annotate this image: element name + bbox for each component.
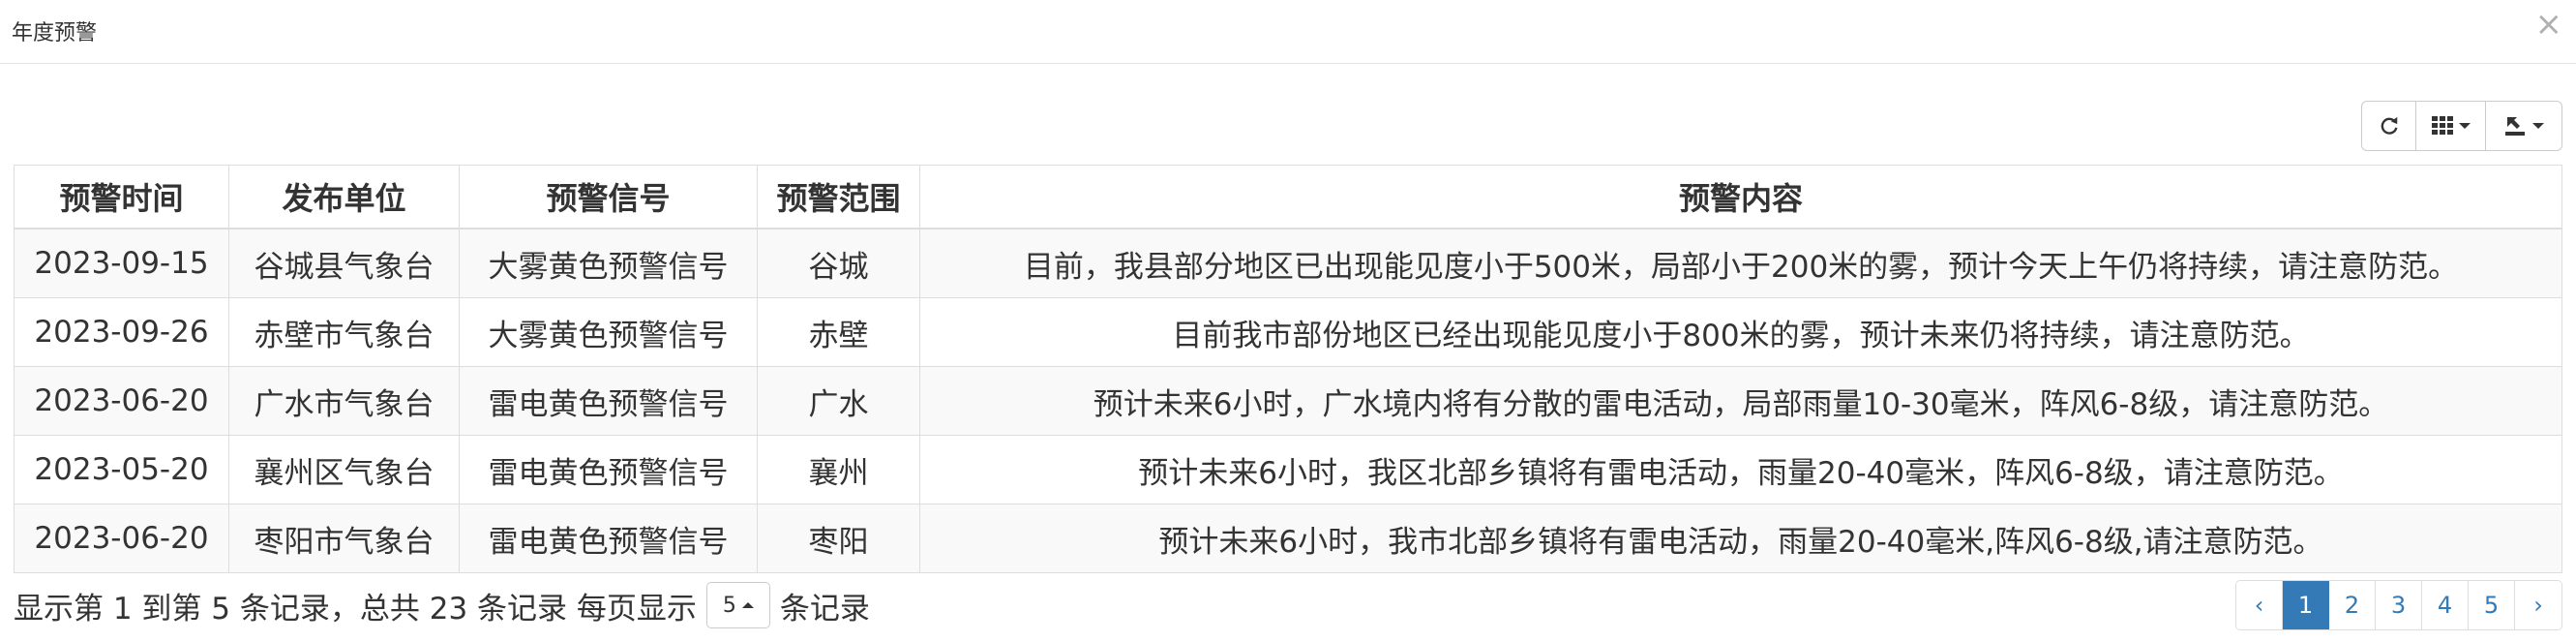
cell-signal: 大雾黄色预警信号: [459, 228, 758, 298]
page-size-dropdown[interactable]: 5: [705, 582, 770, 628]
grid-columns-icon: [2431, 116, 2453, 135]
refresh-button[interactable]: [2362, 102, 2416, 150]
table-row[interactable]: 2023-09-15 谷城县气象台 大雾黄色预警信号 谷城 目前，我县部分地区已…: [14, 228, 2562, 298]
table-header-row: 预警时间 发布单位 预警信号 预警范围 预警内容: [14, 165, 2562, 229]
cell-content: 目前，我县部分地区已出现能见度小于500米，局部小于200米的雾，预计今天上午仍…: [919, 228, 2562, 298]
cell-scope: 枣阳: [757, 504, 920, 573]
header-warning-content[interactable]: 预警内容: [919, 165, 2562, 229]
page-next-button[interactable]: ›: [2515, 581, 2561, 629]
cell-time: 2023-06-20: [14, 366, 229, 436]
header-warning-time[interactable]: 预警时间: [14, 165, 229, 229]
header-issuing-unit[interactable]: 发布单位: [228, 165, 460, 229]
close-button[interactable]: ×: [2535, 8, 2563, 41]
page-button-5[interactable]: 5: [2469, 581, 2515, 629]
modal-header: 年度预警 ×: [0, 0, 2576, 64]
chevron-down-icon: [2458, 123, 2471, 129]
cell-time: 2023-09-15: [14, 228, 229, 298]
cell-unit: 枣阳市气象台: [228, 504, 460, 573]
table-row[interactable]: 2023-09-26 赤壁市气象台 大雾黄色预警信号 赤壁 目前我市部份地区已经…: [14, 297, 2562, 367]
cell-signal: 雷电黄色预警信号: [459, 504, 758, 573]
cell-content: 目前我市部份地区已经出现能见度小于800米的雾，预计未来仍将持续，请注意防范。: [919, 297, 2562, 367]
cell-scope: 赤壁: [757, 297, 920, 367]
page-button-1[interactable]: 1: [2283, 581, 2329, 629]
cell-content: 预计未来6小时，我市北部乡镇将有雷电活动，雨量20-40毫米,阵风6-8级,请注…: [919, 504, 2562, 573]
cell-unit: 广水市气象台: [228, 366, 460, 436]
cell-time: 2023-05-20: [14, 435, 229, 504]
columns-toggle-button[interactable]: [2416, 102, 2486, 150]
refresh-icon: [2381, 116, 2397, 135]
pagination: ‹ 1 2 3 4 5 ›: [2235, 580, 2562, 630]
page-button-4[interactable]: 4: [2422, 581, 2469, 629]
cell-signal: 大雾黄色预警信号: [459, 297, 758, 367]
pagination-info-prefix: 显示第 1 到第 5 条记录，总共 23 条记录 每页显示: [14, 591, 697, 627]
cell-content: 预计未来6小时，广水境内将有分散的雷电活动，局部雨量10-30毫米，阵风6-8级…: [919, 366, 2562, 436]
cell-signal: 雷电黄色预警信号: [459, 435, 758, 504]
page-size-value: 5: [722, 593, 736, 618]
modal-title: 年度预警: [12, 21, 98, 46]
page-button-2[interactable]: 2: [2329, 581, 2376, 629]
cell-unit: 襄州区气象台: [228, 435, 460, 504]
chevron-up-icon: [741, 602, 754, 608]
cell-unit: 谷城县气象台: [228, 228, 460, 298]
table-row[interactable]: 2023-06-20 广水市气象台 雷电黄色预警信号 广水 预计未来6小时，广水…: [14, 366, 2562, 436]
cell-time: 2023-06-20: [14, 504, 229, 573]
header-warning-signal[interactable]: 预警信号: [459, 165, 758, 229]
cell-scope: 广水: [757, 366, 920, 436]
warnings-table: 预警时间 发布单位 预警信号 预警范围 预警内容 2023-09-15 谷城县气…: [14, 165, 2562, 573]
page-button-3[interactable]: 3: [2376, 581, 2422, 629]
cell-signal: 雷电黄色预警信号: [459, 366, 758, 436]
export-icon: [2505, 117, 2525, 136]
header-warning-scope[interactable]: 预警范围: [757, 165, 920, 229]
chevron-down-icon: [2532, 123, 2544, 129]
cell-content: 预计未来6小时，我区北部乡镇将有雷电活动，雨量20-40毫米，阵风6-8级，请注…: [919, 435, 2562, 504]
cell-scope: 谷城: [757, 228, 920, 298]
page-prev-button[interactable]: ‹: [2236, 581, 2283, 629]
export-button[interactable]: [2486, 102, 2561, 150]
pagination-info: 显示第 1 到第 5 条记录，总共 23 条记录 每页显示 5 条记录: [14, 581, 870, 629]
table-row[interactable]: 2023-06-20 枣阳市气象台 雷电黄色预警信号 枣阳 预计未来6小时，我市…: [14, 504, 2562, 573]
table-toolbar: [2361, 101, 2562, 151]
pagination-info-suffix: 条记录: [779, 591, 870, 627]
cell-unit: 赤壁市气象台: [228, 297, 460, 367]
cell-scope: 襄州: [757, 435, 920, 504]
cell-time: 2023-09-26: [14, 297, 229, 367]
table-row[interactable]: 2023-05-20 襄州区气象台 雷电黄色预警信号 襄州 预计未来6小时，我区…: [14, 435, 2562, 504]
